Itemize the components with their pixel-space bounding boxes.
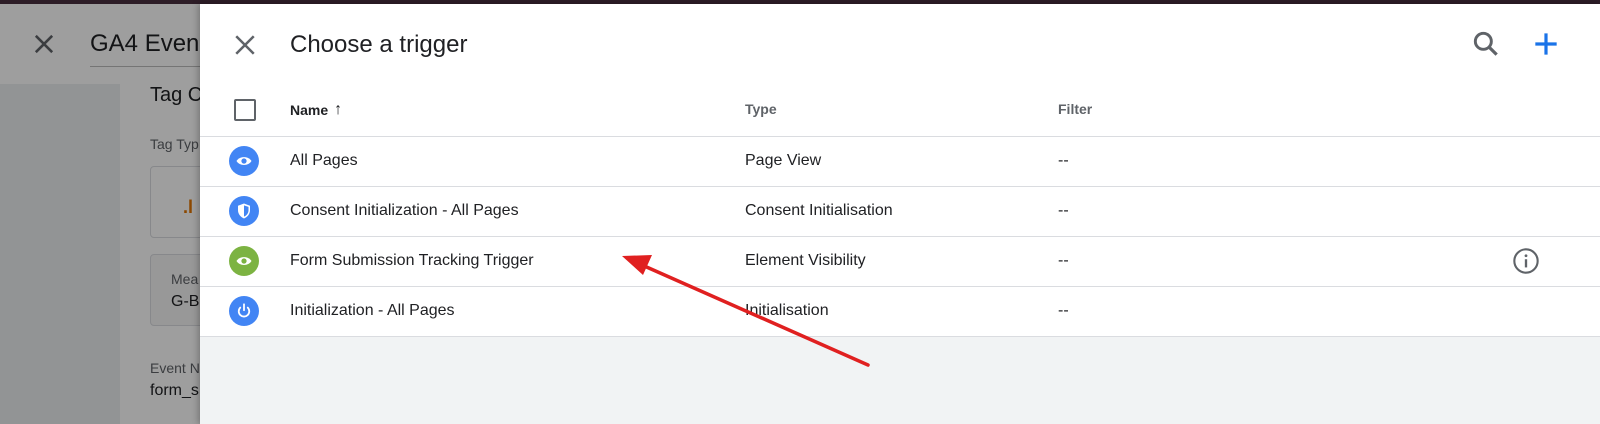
search-icon[interactable] xyxy=(1470,28,1502,60)
panel-header: Choose a trigger xyxy=(200,4,1600,82)
shield-icon xyxy=(229,196,259,226)
sort-ascending-icon: ↑ xyxy=(334,101,343,118)
trigger-name: Form Submission Tracking Trigger xyxy=(290,252,534,269)
trigger-type: Consent Initialisation xyxy=(745,202,893,219)
choose-trigger-panel: Choose a trigger Name ↑ Type Filter All … xyxy=(200,4,1600,424)
trigger-name: Initialization - All Pages xyxy=(290,302,455,319)
trigger-type: Element Visibility xyxy=(745,252,866,269)
column-header-name[interactable]: Name ↑ xyxy=(290,101,342,119)
select-all-checkbox[interactable] xyxy=(234,99,256,121)
column-header-type: Type xyxy=(745,101,777,117)
trigger-filter: -- xyxy=(1058,302,1069,319)
trigger-row-initialization[interactable]: Initialization - All Pages Initialisatio… xyxy=(200,287,1600,337)
trigger-row-consent-initialization[interactable]: Consent Initialization - All Pages Conse… xyxy=(200,187,1600,237)
trigger-row-form-submission[interactable]: Form Submission Tracking Trigger Element… xyxy=(200,237,1600,287)
trigger-type: Page View xyxy=(745,152,822,169)
add-icon[interactable] xyxy=(1530,28,1562,60)
trigger-filter: -- xyxy=(1058,252,1069,269)
trigger-list: All Pages Page View -- Consent Initializ… xyxy=(200,137,1600,337)
trigger-filter: -- xyxy=(1058,202,1069,219)
column-header-filter: Filter xyxy=(1058,101,1093,117)
eye-icon xyxy=(229,146,259,176)
table-header: Name ↑ Type Filter xyxy=(200,82,1600,137)
trigger-type: Initialisation xyxy=(745,302,829,319)
column-name-label: Name xyxy=(290,102,329,118)
trigger-row-all-pages[interactable]: All Pages Page View -- xyxy=(200,137,1600,187)
trigger-filter: -- xyxy=(1058,152,1069,169)
trigger-name: All Pages xyxy=(290,152,358,169)
panel-title: Choose a trigger xyxy=(290,31,468,58)
power-icon xyxy=(229,296,259,326)
trigger-name: Consent Initialization - All Pages xyxy=(290,202,519,219)
close-icon[interactable] xyxy=(230,30,260,60)
eye-icon xyxy=(229,246,259,276)
info-icon[interactable] xyxy=(1512,247,1540,275)
